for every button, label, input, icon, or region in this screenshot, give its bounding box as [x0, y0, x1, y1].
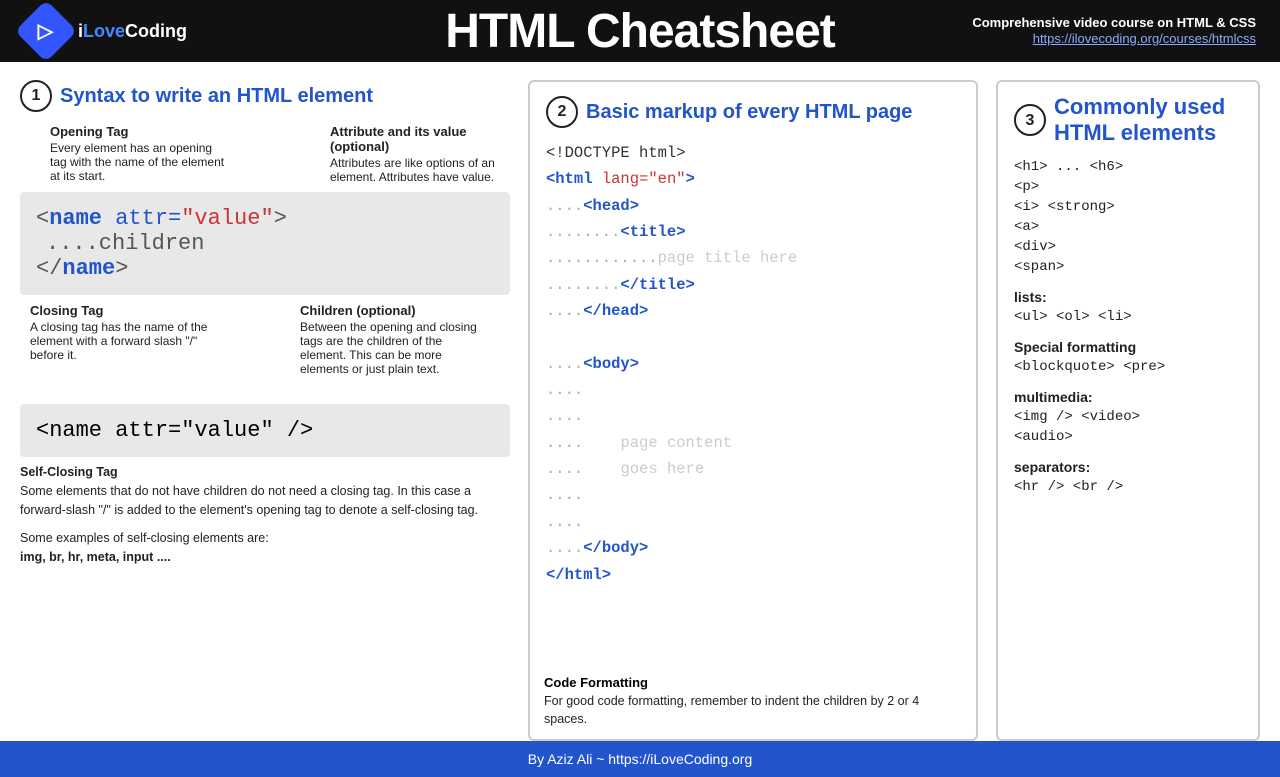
annotation-closing-tag: Closing Tag A closing tag has the name o… [30, 303, 210, 376]
section2-title: 2 Basic markup of every HTML page [546, 96, 960, 128]
section3: 3 Commonly used HTML elements <h1> ... <… [996, 80, 1260, 741]
code-title-content: ............page title here [546, 245, 960, 271]
code-box-self-close: <name attr="value" /> [20, 404, 510, 457]
code-line2: ....children [36, 231, 494, 256]
section2-footer: Code Formatting For good code formatting… [530, 666, 976, 740]
code-title-open: ........<title> [546, 219, 960, 245]
html-div: <div> [1014, 239, 1242, 255]
section2-number: 2 [546, 96, 578, 128]
code-content1: .... page content [546, 430, 960, 456]
code-head-close: ....</head> [546, 298, 960, 324]
section2: 2 Basic markup of every HTML page <!DOCT… [528, 80, 978, 741]
annotation-attribute: Attribute and its value (optional) Attri… [330, 124, 510, 184]
html-i-strong: <i> <strong> [1014, 199, 1242, 215]
annotation-children: Children (optional) Between the opening … [300, 303, 480, 376]
special-formatting-label: Special formatting [1014, 339, 1242, 355]
code-line1: <name attr="value"> [36, 206, 494, 231]
annotations-top: Opening Tag Every element has an opening… [50, 124, 510, 184]
code-dots2: .... [546, 403, 960, 429]
code-title-close: ........</title> [546, 272, 960, 298]
code-box-main: <name attr="value"> ....children </name> [20, 192, 510, 295]
code-html-close: </html> [546, 562, 960, 588]
code-dots4: .... [546, 509, 960, 535]
course-label: Comprehensive video course on HTML & CSS [972, 15, 1256, 30]
code-body-open: ....<body> [546, 351, 960, 377]
course-url[interactable]: https://ilovecoding.org/courses/htmlcss [1033, 31, 1256, 46]
footer-text: By Aziz Ali ~ https://iLoveCoding.org [528, 751, 753, 767]
logo-text: iLoveCoding [78, 21, 187, 42]
separators-label: separators: [1014, 459, 1242, 475]
code-doctype: <!DOCTYPE html> [546, 140, 960, 166]
annotations-bottom: Closing Tag A closing tag has the name o… [30, 303, 510, 376]
html-lists: <ul> <ol> <li> [1014, 309, 1242, 325]
code-content2: .... goes here [546, 456, 960, 482]
logo-area: ▷ iLoveCoding [24, 9, 187, 53]
section3-number: 3 [1014, 104, 1046, 136]
section3-title: 3 Commonly used HTML elements [1014, 94, 1242, 147]
header: ▷ iLoveCoding HTML Cheatsheet Comprehens… [0, 0, 1280, 62]
lists-label: lists: [1014, 289, 1242, 305]
section1: 1 Syntax to write an HTML element Openin… [20, 80, 510, 741]
html-a: <a> [1014, 219, 1242, 235]
code-blank1 [546, 324, 960, 350]
section1-number: 1 [20, 80, 52, 112]
code-body-close: ....</body> [546, 535, 960, 561]
code-dots3: .... [546, 482, 960, 508]
page-title: HTML Cheatsheet [445, 4, 835, 59]
html-blockquote-pre: <blockquote> <pre> [1014, 359, 1242, 375]
html-span: <span> [1014, 259, 1242, 275]
multimedia-label: multimedia: [1014, 389, 1242, 405]
logo-icon: ▷ [15, 0, 77, 62]
html-code-block: <!DOCTYPE html> <html lang="en"> ....<he… [546, 140, 960, 588]
code-html-open: <html lang="en"> [546, 166, 960, 192]
annotation-opening-tag: Opening Tag Every element has an opening… [50, 124, 230, 184]
section1-title: 1 Syntax to write an HTML element [20, 80, 510, 112]
html-audio: <audio> [1014, 429, 1242, 445]
header-right: Comprehensive video course on HTML & CSS… [972, 15, 1256, 48]
main-content: 1 Syntax to write an HTML element Openin… [0, 62, 1280, 741]
examples-text: Some examples of self-closing elements a… [20, 529, 510, 567]
footer: By Aziz Ali ~ https://iLoveCoding.org [0, 741, 1280, 777]
section2-inner: 2 Basic markup of every HTML page <!DOCT… [530, 82, 976, 666]
html-img-video: <img /> <video> [1014, 409, 1242, 425]
self-close-description: Self-Closing Tag Some elements that do n… [20, 463, 510, 519]
html-h1-h6: <h1> ... <h6> [1014, 159, 1242, 175]
code-head-open: ....<head> [546, 193, 960, 219]
html-p: <p> [1014, 179, 1242, 195]
html-hr-br: <hr /> <br /> [1014, 479, 1242, 495]
code-line3: </name> [36, 256, 494, 281]
code-dots1: .... [546, 377, 960, 403]
